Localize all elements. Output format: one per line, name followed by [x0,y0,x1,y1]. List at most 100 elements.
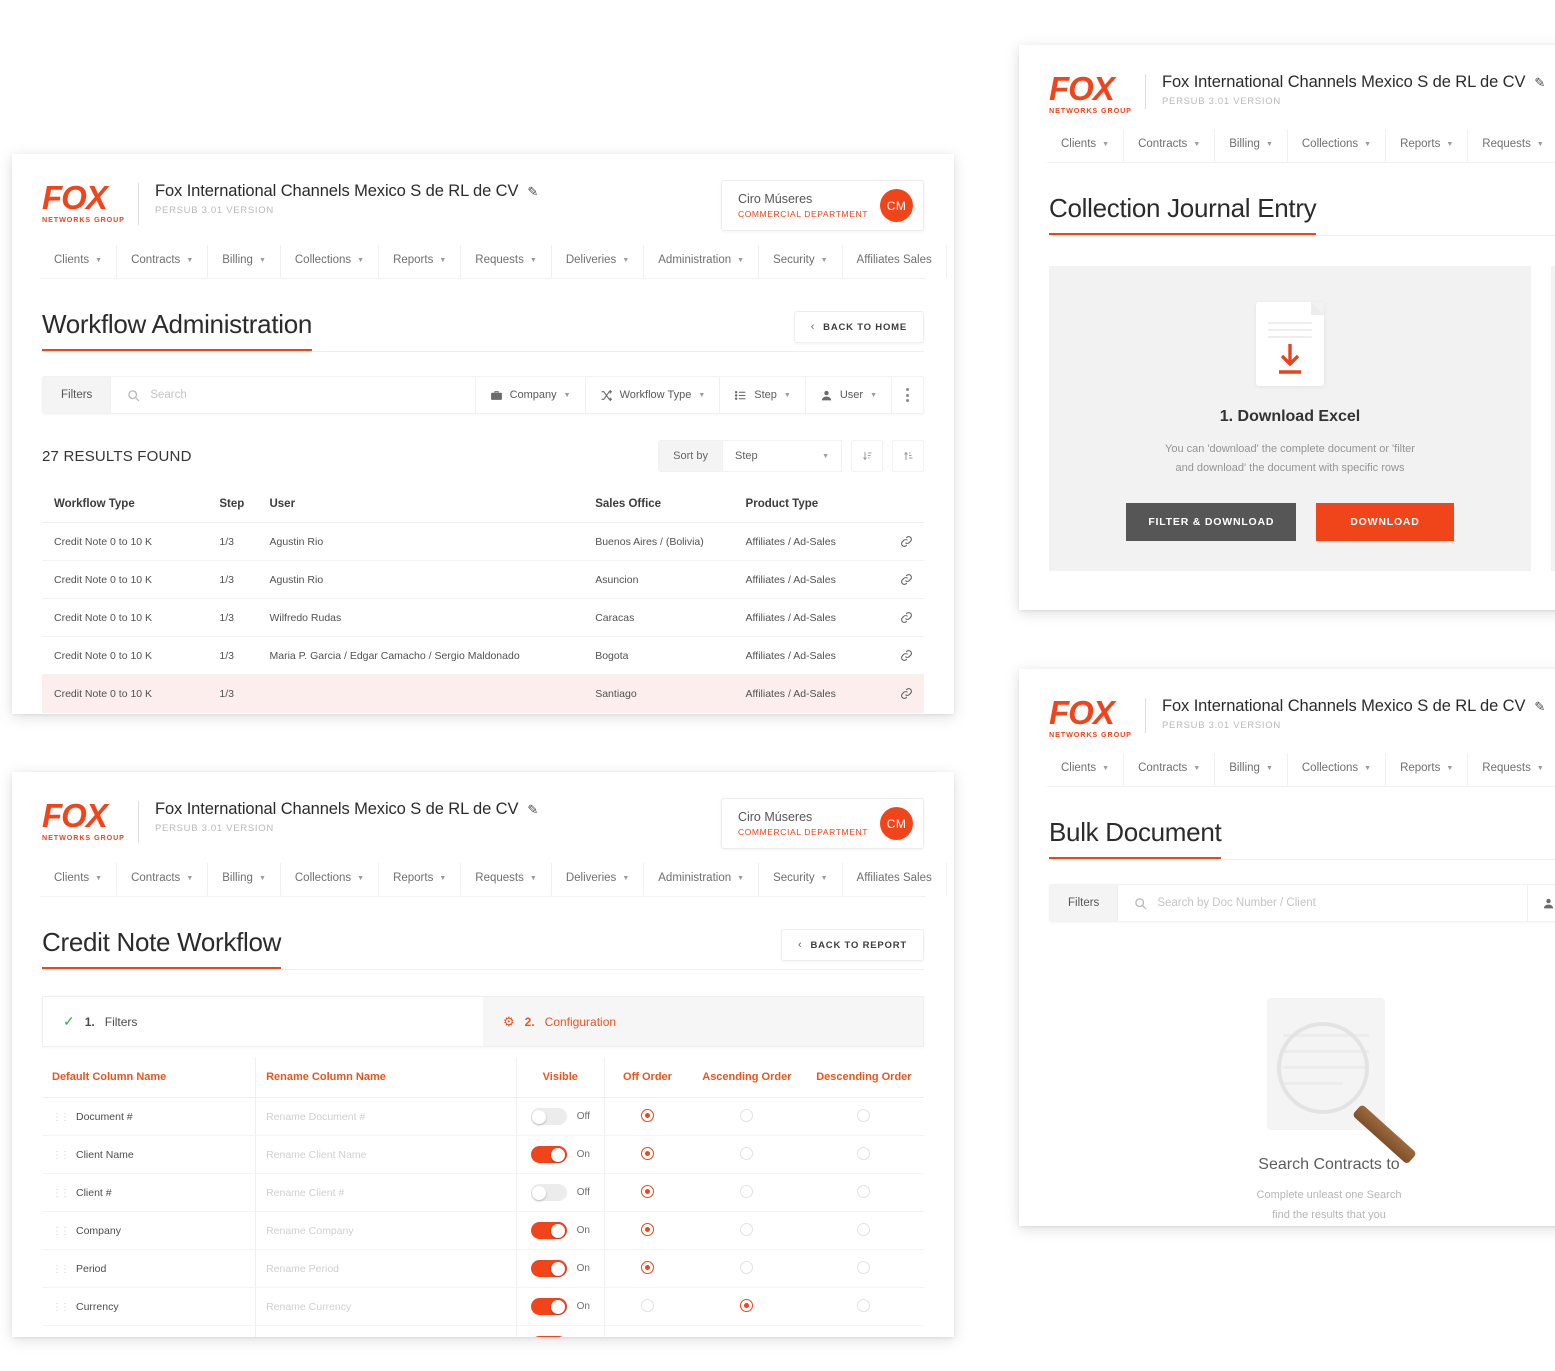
nav-item-decos[interactable]: Decos [946,863,954,896]
nav-item-contracts[interactable]: Contracts▼ [116,245,207,278]
search-input[interactable]: Search [111,377,474,413]
row-link-button[interactable] [884,713,924,715]
nav-item-billing[interactable]: Billing▼ [207,863,280,896]
row-link-button[interactable] [884,675,924,713]
radio-button[interactable] [641,1299,654,1312]
filter-chip-user[interactable]: User ▼ [805,377,891,413]
download-button[interactable]: DOWNLOAD [1316,503,1453,541]
filter-and-download-button[interactable]: FILTER & DOWNLOAD [1126,503,1296,541]
off-order-cell[interactable] [605,1250,690,1288]
user-menu[interactable]: Ciro Múseres COMMERCIAL DEPARTMENT CM [721,798,924,849]
visible-toggle[interactable] [531,1336,567,1337]
link-icon[interactable] [896,649,918,662]
visible-toggle[interactable] [531,1260,567,1277]
descending-order-cell[interactable] [804,1136,924,1174]
more-options-button[interactable] [891,377,923,413]
nav-item-deliveries[interactable]: Deliveries▼ [551,245,643,278]
nav-item-requests[interactable]: Requests▼ [1467,753,1555,786]
row-link-button[interactable] [884,637,924,675]
radio-button[interactable] [641,1147,654,1160]
link-icon[interactable] [896,535,918,548]
radio-button[interactable] [857,1261,870,1274]
nav-item-contracts[interactable]: Contracts▼ [116,863,207,896]
link-icon[interactable] [896,573,918,586]
filter-chip-step[interactable]: Step ▼ [719,377,805,413]
descending-order-cell[interactable] [804,1174,924,1212]
radio-button[interactable] [641,1261,654,1274]
rename-input[interactable]: Rename Period [256,1250,516,1288]
filters-label[interactable]: Filters [43,377,111,413]
off-order-cell[interactable] [605,1098,690,1136]
ascending-order-cell[interactable] [690,1174,804,1212]
nav-item-collections[interactable]: Collections▼ [1287,753,1385,786]
radio-button[interactable] [857,1147,870,1160]
descending-order-cell[interactable] [804,1098,924,1136]
rename-input[interactable]: Rename Document # [256,1098,516,1136]
radio-button[interactable] [857,1109,870,1122]
radio-button[interactable] [857,1299,870,1312]
radio-button[interactable] [740,1261,753,1274]
table-row[interactable]: Credit Note 0 to 10 K1/3Oscar MoralesSao… [42,713,924,715]
off-order-cell[interactable] [605,1288,690,1326]
radio-button[interactable] [857,1223,870,1236]
nav-item-billing[interactable]: Billing▼ [207,245,280,278]
pencil-icon[interactable]: ✎ [527,184,538,200]
sort-select[interactable]: Step ▼ [722,440,842,472]
table-row[interactable]: Credit Note 0 to 10 K1/3SantiagoAffiliat… [42,675,924,713]
radio-button[interactable] [740,1337,753,1338]
user-menu[interactable]: Ciro Múseres COMMERCIAL DEPARTMENT CM [721,180,924,231]
filters-label[interactable]: Filters [1050,885,1118,921]
ascending-order-cell[interactable] [690,1250,804,1288]
nav-item-contracts[interactable]: Contracts▼ [1123,753,1214,786]
pencil-icon[interactable]: ✎ [527,802,538,818]
nav-item-clients[interactable]: Clients▼ [40,245,116,278]
radio-button[interactable] [740,1185,753,1198]
descending-order-cell[interactable] [804,1212,924,1250]
visible-toggle[interactable] [531,1108,567,1125]
table-row[interactable]: Credit Note 0 to 10 K1/3Agustin RioAsunc… [42,561,924,599]
nav-item-contracts[interactable]: Contracts▼ [1123,129,1214,162]
drag-handle-icon[interactable]: ⋮⋮ [52,1150,68,1161]
ascending-order-cell[interactable] [690,1288,804,1326]
sort-descending-button[interactable] [892,440,924,472]
nav-item-reports[interactable]: Reports▼ [1385,753,1467,786]
link-icon[interactable] [896,687,918,700]
step-tab-filters[interactable]: ✓ 1. Filters [43,997,483,1046]
drag-handle-icon[interactable]: ⋮⋮ [52,1188,68,1199]
drag-handle-icon[interactable]: ⋮⋮ [52,1264,68,1275]
descending-order-cell[interactable] [804,1288,924,1326]
radio-button[interactable] [641,1185,654,1198]
nav-item-reports[interactable]: Reports▼ [378,863,460,896]
off-order-cell[interactable] [605,1212,690,1250]
visible-toggle[interactable] [531,1222,567,1239]
avatar[interactable]: CM [880,807,913,840]
radio-button[interactable] [641,1337,654,1338]
table-row[interactable]: Credit Note 0 to 10 K1/3Maria P. Garcia … [42,637,924,675]
radio-button[interactable] [641,1223,654,1236]
nav-item-requests[interactable]: Requests▼ [460,245,551,278]
nav-item-reports[interactable]: Reports▼ [1385,129,1467,162]
nav-item-administration[interactable]: Administration▼ [643,863,758,896]
ascending-order-cell[interactable] [690,1136,804,1174]
row-link-button[interactable] [884,523,924,561]
nav-item-requests[interactable]: Requests▼ [460,863,551,896]
radio-button[interactable] [641,1109,654,1122]
radio-button[interactable] [857,1337,870,1338]
nav-item-collections[interactable]: Collections▼ [280,863,378,896]
nav-item-billing[interactable]: Billing▼ [1214,753,1287,786]
visible-toggle[interactable] [531,1298,567,1315]
ascending-order-cell[interactable] [690,1212,804,1250]
nav-item-security[interactable]: Security▼ [758,863,841,896]
rename-input[interactable]: Rename Client # [256,1174,516,1212]
nav-item-affiliates-sales[interactable]: Affiliates Sales [842,863,946,896]
radio-button[interactable] [857,1185,870,1198]
avatar[interactable]: CM [880,189,913,222]
link-icon[interactable] [896,611,918,624]
radio-button[interactable] [740,1299,753,1312]
nav-item-deliveries[interactable]: Deliveries▼ [551,863,643,896]
nav-item-billing[interactable]: Billing▼ [1214,129,1287,162]
back-to-report-button[interactable]: ‹ BACK TO REPORT [781,929,924,961]
off-order-cell[interactable] [605,1136,690,1174]
rename-input[interactable]: Rename Currency [256,1288,516,1326]
ascending-order-cell[interactable] [690,1098,804,1136]
